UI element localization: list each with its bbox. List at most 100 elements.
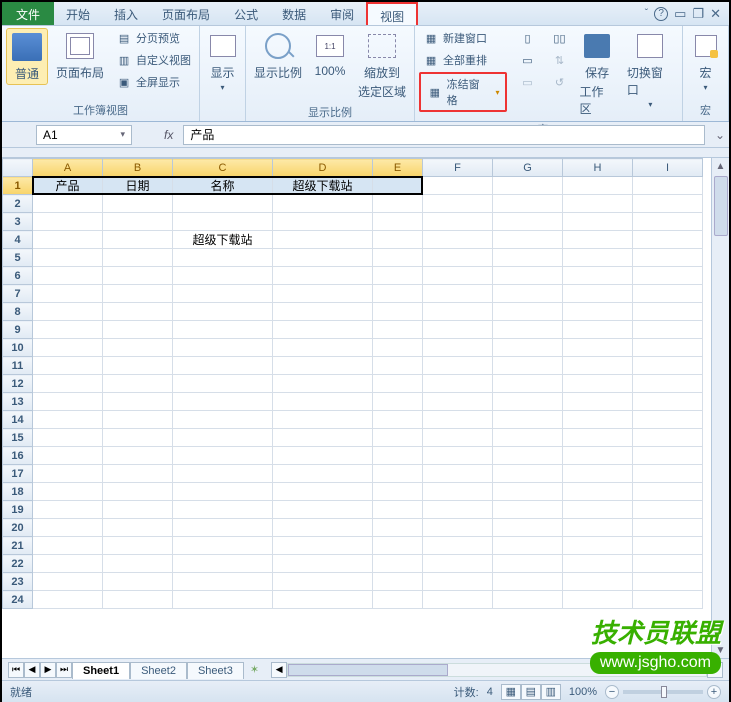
cell-F2[interactable]: [423, 195, 493, 213]
view-pagelayout-icon[interactable]: ▤: [521, 684, 541, 700]
cell-F14[interactable]: [423, 411, 493, 429]
cell-C9[interactable]: [173, 321, 273, 339]
help-icon[interactable]: ?: [654, 7, 668, 21]
cell-C20[interactable]: [173, 519, 273, 537]
show-button[interactable]: 显示 ▾: [203, 28, 243, 94]
cell-F19[interactable]: [423, 501, 493, 519]
cell-B6[interactable]: [103, 267, 173, 285]
cell-C4[interactable]: 超级下载站: [173, 231, 273, 249]
col-header-C[interactable]: C: [173, 159, 273, 177]
cell-I14[interactable]: [633, 411, 703, 429]
cell-F5[interactable]: [423, 249, 493, 267]
name-box-dropdown-icon[interactable]: ▾: [120, 129, 125, 140]
cell-F10[interactable]: [423, 339, 493, 357]
cell-C5[interactable]: [173, 249, 273, 267]
cell-B2[interactable]: [103, 195, 173, 213]
cell-E8[interactable]: [373, 303, 423, 321]
cell-H23[interactable]: [563, 573, 633, 591]
cell-D13[interactable]: [273, 393, 373, 411]
cell-H5[interactable]: [563, 249, 633, 267]
row-header-3[interactable]: 3: [3, 213, 33, 231]
normal-view-button[interactable]: 普通: [6, 28, 48, 85]
cell-E6[interactable]: [373, 267, 423, 285]
cell-D20[interactable]: [273, 519, 373, 537]
cell-C7[interactable]: [173, 285, 273, 303]
cell-E11[interactable]: [373, 357, 423, 375]
cell-I3[interactable]: [633, 213, 703, 231]
cells-table[interactable]: ABCDEFGHI1产品日期名称超级下载站234超级下载站56789101112…: [2, 158, 703, 609]
cell-E3[interactable]: [373, 213, 423, 231]
formula-input[interactable]: 产品: [183, 125, 705, 145]
cell-F6[interactable]: [423, 267, 493, 285]
cell-H9[interactable]: [563, 321, 633, 339]
cell-D3[interactable]: [273, 213, 373, 231]
cell-F24[interactable]: [423, 591, 493, 609]
cell-B5[interactable]: [103, 249, 173, 267]
cell-B10[interactable]: [103, 339, 173, 357]
cell-C19[interactable]: [173, 501, 273, 519]
col-header-A[interactable]: A: [33, 159, 103, 177]
cell-I17[interactable]: [633, 465, 703, 483]
cell-C13[interactable]: [173, 393, 273, 411]
sheet-tab-2[interactable]: Sheet2: [130, 662, 187, 679]
fullscreen-button[interactable]: ▣全屏显示: [112, 72, 195, 92]
cell-G24[interactable]: [493, 591, 563, 609]
cell-C6[interactable]: [173, 267, 273, 285]
cell-A9[interactable]: [33, 321, 103, 339]
cell-A6[interactable]: [33, 267, 103, 285]
cell-E21[interactable]: [373, 537, 423, 555]
cell-A11[interactable]: [33, 357, 103, 375]
cell-D4[interactable]: [273, 231, 373, 249]
cell-D23[interactable]: [273, 573, 373, 591]
sheet-nav-last-icon[interactable]: ⏭: [56, 662, 72, 678]
cell-B13[interactable]: [103, 393, 173, 411]
cell-C1[interactable]: 名称: [173, 177, 273, 195]
cell-D10[interactable]: [273, 339, 373, 357]
cell-H20[interactable]: [563, 519, 633, 537]
cell-G10[interactable]: [493, 339, 563, 357]
cell-D5[interactable]: [273, 249, 373, 267]
macro-button[interactable]: 宏 ▾: [686, 28, 726, 94]
cell-I1[interactable]: [633, 177, 703, 195]
cell-A8[interactable]: [33, 303, 103, 321]
cell-F3[interactable]: [423, 213, 493, 231]
col-header-E[interactable]: E: [373, 159, 423, 177]
zoom-knob[interactable]: [661, 686, 667, 698]
cell-D17[interactable]: [273, 465, 373, 483]
col-header-F[interactable]: F: [423, 159, 493, 177]
cell-H4[interactable]: [563, 231, 633, 249]
row-header-10[interactable]: 10: [3, 339, 33, 357]
row-header-11[interactable]: 11: [3, 357, 33, 375]
cell-C17[interactable]: [173, 465, 273, 483]
cell-B21[interactable]: [103, 537, 173, 555]
cell-E14[interactable]: [373, 411, 423, 429]
cell-H2[interactable]: [563, 195, 633, 213]
page-layout-button[interactable]: 页面布局: [52, 28, 108, 83]
restore-icon[interactable]: ❐: [692, 6, 704, 22]
cell-D21[interactable]: [273, 537, 373, 555]
col-header-I[interactable]: I: [633, 159, 703, 177]
reset-pos-button[interactable]: ↺: [547, 72, 571, 92]
cell-D24[interactable]: [273, 591, 373, 609]
cell-B16[interactable]: [103, 447, 173, 465]
cell-I21[interactable]: [633, 537, 703, 555]
row-header-19[interactable]: 19: [3, 501, 33, 519]
col-header-B[interactable]: B: [103, 159, 173, 177]
sheet-add-icon[interactable]: ✶: [244, 661, 265, 678]
cell-A21[interactable]: [33, 537, 103, 555]
cell-F23[interactable]: [423, 573, 493, 591]
row-header-23[interactable]: 23: [3, 573, 33, 591]
cell-A18[interactable]: [33, 483, 103, 501]
cell-F11[interactable]: [423, 357, 493, 375]
cell-D2[interactable]: [273, 195, 373, 213]
cell-G13[interactable]: [493, 393, 563, 411]
cell-G7[interactable]: [493, 285, 563, 303]
cell-B12[interactable]: [103, 375, 173, 393]
scroll-up-icon[interactable]: ▲: [712, 158, 729, 174]
cell-A3[interactable]: [33, 213, 103, 231]
horizontal-scrollbar[interactable]: ◀ ▶: [271, 662, 723, 678]
cell-G3[interactable]: [493, 213, 563, 231]
col-header-D[interactable]: D: [273, 159, 373, 177]
cell-C8[interactable]: [173, 303, 273, 321]
cell-E12[interactable]: [373, 375, 423, 393]
